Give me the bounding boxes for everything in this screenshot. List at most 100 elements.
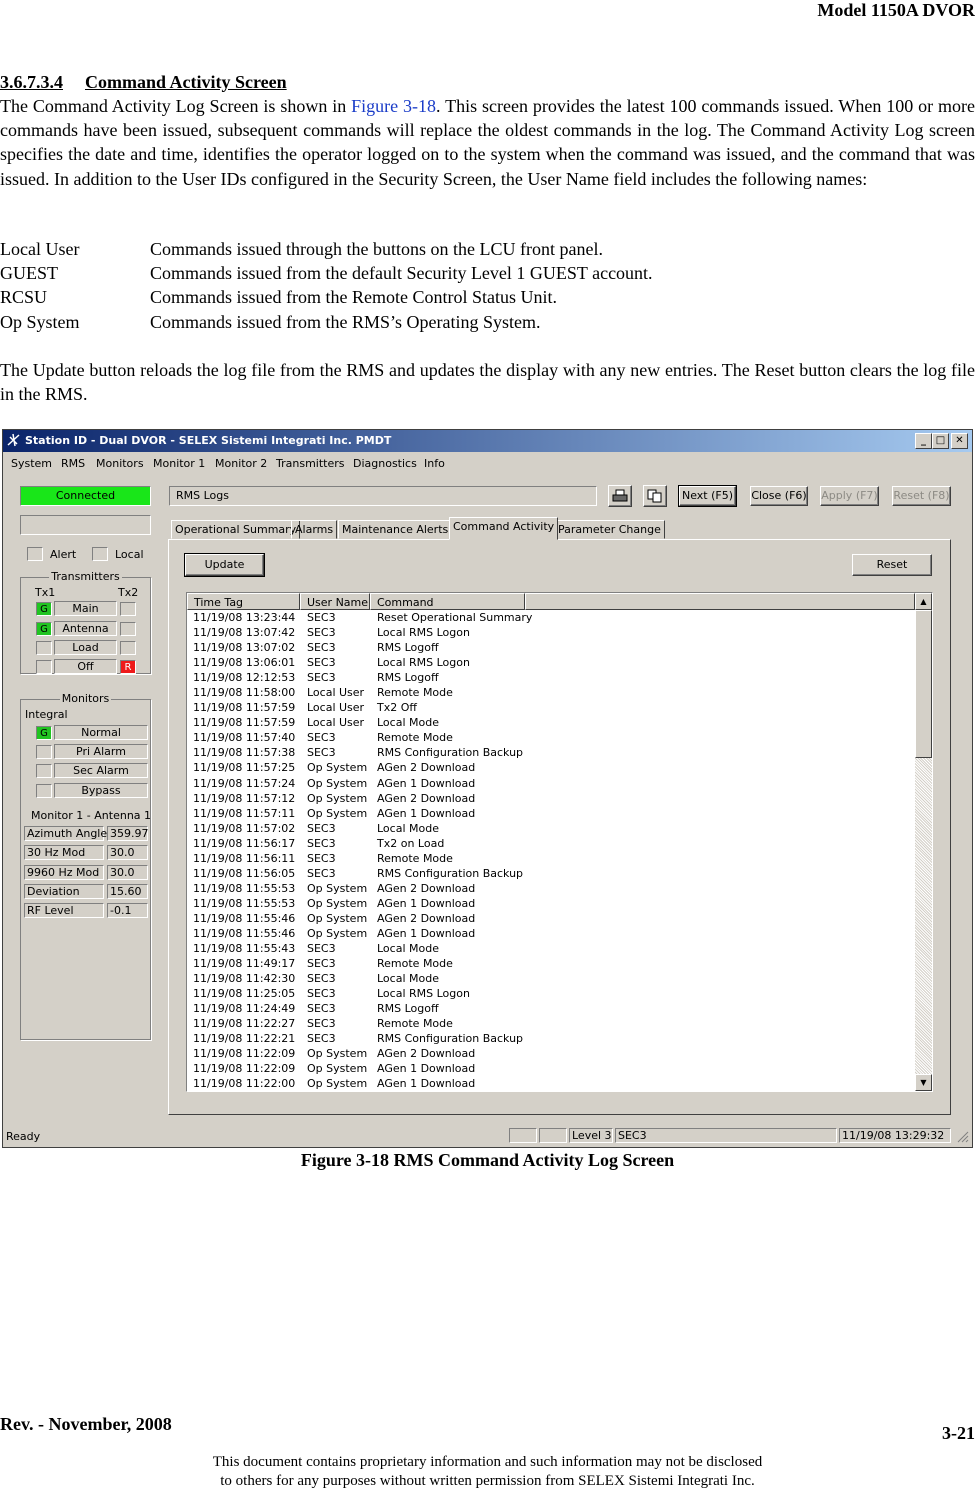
tab-alarms[interactable]: Alarms	[291, 520, 338, 539]
table-row[interactable]: 11/19/08 11:22:21 SEC3 RMS Configuration B…	[187, 1031, 915, 1046]
copy-button[interactable]	[643, 485, 667, 507]
table-row[interactable]: 11/19/08 11:57:59 Local User Tx2 Off	[187, 700, 915, 715]
row-user-name: Op System	[307, 791, 368, 805]
row-command: Local RMS Logon	[377, 656, 470, 670]
column-header-user-name[interactable]: User Name	[300, 593, 370, 610]
figure-link[interactable]: Figure 3-18	[351, 96, 436, 116]
table-row[interactable]: 11/19/08 13:07:02 SEC3 RMS Logoff	[187, 640, 915, 655]
menu-info[interactable]: Info	[424, 457, 445, 470]
row-user-name: SEC3	[307, 641, 336, 655]
resize-grip-icon[interactable]	[957, 1131, 969, 1143]
scroll-thumb[interactable]	[915, 610, 932, 758]
row-user-name: SEC3	[307, 836, 336, 850]
row-user-name: SEC3	[307, 1032, 336, 1046]
table-row[interactable]: 11/19/08 11:55:43 SEC3 Local Mode	[187, 941, 915, 956]
table-row[interactable]: 11/19/08 11:56:17 SEC3 Tx2 on Load	[187, 836, 915, 851]
table-row[interactable]: 11/19/08 11:22:27 SEC3 Remote Mode	[187, 1016, 915, 1031]
print-icon	[612, 489, 628, 502]
alert-label: Alert	[50, 548, 77, 561]
proprietary-footer: This document contains proprietary infor…	[0, 1453, 975, 1491]
table-row[interactable]: 11/19/08 11:57:59 Local User Local Mode	[187, 715, 915, 730]
off-label: Off	[54, 659, 117, 674]
table-row[interactable]: 11/19/08 11:57:11 Op System AGen 1 Downloa…	[187, 806, 915, 821]
tab-parameter-change[interactable]: Parameter Change	[554, 520, 665, 539]
menu-diagnostics[interactable]: Diagnostics	[353, 457, 417, 470]
command-log-list[interactable]: Time Tag User Name Command 11/19/08 13:2…	[186, 592, 933, 1092]
row-time-tag: 11/19/08 11:22:27	[193, 1017, 296, 1031]
next-button[interactable]: Next (F5)	[678, 485, 737, 507]
reset-f8-button[interactable]: Reset (F8)	[892, 486, 951, 506]
minimize-button[interactable]: _	[915, 433, 932, 449]
print-button[interactable]	[608, 485, 632, 507]
menu-monitor-2[interactable]: Monitor 2	[215, 457, 267, 470]
close-button[interactable]: Close (F6)	[750, 486, 808, 506]
table-row[interactable]: 11/19/08 11:22:09 Op System AGen 2 Downloa…	[187, 1046, 915, 1061]
close-window-button[interactable]: ✕	[951, 433, 968, 449]
row-user-name: SEC3	[307, 821, 336, 835]
row-time-tag: 11/19/08 11:24:49	[193, 1002, 296, 1016]
table-row[interactable]: 11/19/08 11:56:11 SEC3 Remote Mode	[187, 851, 915, 866]
table-row[interactable]: 11/19/08 11:55:53 Op System AGen 1 Downloa…	[187, 896, 915, 911]
table-row[interactable]: 11/19/08 11:25:05 SEC3 Local RMS Logon	[187, 986, 915, 1001]
apply-button[interactable]: Apply (F7)	[820, 486, 879, 506]
azimuth-label: Azimuth Angle	[24, 826, 107, 841]
table-row[interactable]: 11/19/08 11:42:30 SEC3 Local Mode	[187, 971, 915, 986]
row-command: Tx2 Off	[377, 701, 417, 715]
menu-monitors[interactable]: Monitors	[96, 457, 144, 470]
tab-operational-summary[interactable]: Operational Summary	[171, 520, 301, 539]
row-command: AGen 1 Download	[377, 806, 476, 820]
row-command: AGen 1 Download	[377, 1062, 476, 1076]
table-row[interactable]: 11/19/08 13:07:42 SEC3 Local RMS Logon	[187, 625, 915, 640]
vertical-scrollbar[interactable]: ▲ ▼	[915, 593, 932, 1091]
table-row[interactable]: 11/19/08 11:57:12 Op System AGen 2 Downloa…	[187, 791, 915, 806]
transmitters-label: Transmitters	[49, 570, 122, 583]
table-row[interactable]: 11/19/08 11:49:17 SEC3 Remote Mode	[187, 956, 915, 971]
table-row[interactable]: 11/19/08 11:57:24 Op System AGen 1 Downloa…	[187, 776, 915, 791]
status-datetime: 11/19/08 13:29:32	[839, 1128, 951, 1143]
table-row[interactable]: 11/19/08 11:58:00 Local User Remote Mode	[187, 685, 915, 700]
row-user-name: SEC3	[307, 746, 336, 760]
table-row[interactable]: 11/19/08 11:24:49 SEC3 RMS Logoff	[187, 1001, 915, 1016]
row-command: Remote Mode	[377, 686, 453, 700]
table-row[interactable]: 11/19/08 12:12:53 SEC3 RMS Logoff	[187, 670, 915, 685]
table-row[interactable]: 11/19/08 13:23:44 SEC3 Reset Operational S…	[187, 610, 915, 625]
row-command: Remote Mode	[377, 1017, 453, 1031]
table-row[interactable]: 11/19/08 11:56:05 SEC3 RMS Configuration B…	[187, 866, 915, 881]
window-title: Station ID - Dual DVOR - SELEX Sistemi I…	[25, 434, 392, 447]
deviation-value: 15.60	[107, 884, 148, 899]
table-row[interactable]: 11/19/08 13:06:01 SEC3 Local RMS Logon	[187, 655, 915, 670]
menu-transmitters[interactable]: Transmitters	[276, 457, 345, 470]
table-row[interactable]: 11/19/08 11:22:09 Op System AGen 1 Downloa…	[187, 1061, 915, 1076]
reset-button[interactable]: Reset	[852, 554, 932, 576]
menu-monitor-1[interactable]: Monitor 1	[153, 457, 205, 470]
9960hz-mod-value: 30.0	[107, 865, 148, 880]
monitors-label: Monitors	[59, 692, 112, 705]
menu-rms[interactable]: RMS	[61, 457, 85, 470]
tab-command-activity[interactable]: Command Activity	[449, 517, 559, 540]
column-header-time-tag[interactable]: Time Tag	[187, 593, 300, 610]
row-user-name: SEC3	[307, 656, 336, 670]
table-row[interactable]: 11/19/08 11:55:53 Op System AGen 2 Downloa…	[187, 881, 915, 896]
table-row[interactable]: 11/19/08 11:55:46 Op System AGen 1 Downloa…	[187, 926, 915, 941]
update-button[interactable]: Update	[184, 553, 265, 577]
table-row[interactable]: 11/19/08 11:22:00 Op System AGen 1 Downloa…	[187, 1076, 915, 1091]
table-row[interactable]: 11/19/08 11:57:38 SEC3 RMS Configuration B…	[187, 745, 915, 760]
table-row[interactable]: 11/19/08 11:57:25 Op System AGen 2 Downloa…	[187, 760, 915, 775]
row-time-tag: 11/19/08 11:49:17	[193, 957, 296, 971]
row-user-name: Op System	[307, 761, 368, 775]
table-row[interactable]: 11/19/08 11:57:40 SEC3 Remote Mode	[187, 730, 915, 745]
column-header-command[interactable]: Command	[370, 593, 525, 610]
row-user-name: Local User	[307, 701, 365, 715]
scroll-down-button[interactable]: ▼	[915, 1074, 932, 1091]
normal-indicator: G	[36, 726, 52, 740]
table-row[interactable]: 11/19/08 11:55:46 Op System AGen 2 Downloa…	[187, 911, 915, 926]
scroll-up-button[interactable]: ▲	[915, 593, 932, 610]
menu-system[interactable]: System	[11, 457, 52, 470]
maximize-button[interactable]: □	[932, 433, 949, 449]
tab-maintenance-alerts[interactable]: Maintenance Alerts	[338, 520, 453, 539]
section-title: Command Activity Screen	[85, 72, 287, 92]
row-time-tag: 11/19/08 11:22:00	[193, 1077, 296, 1091]
menu-bar: System RMS Monitors Monitor 1 Monitor 2 …	[3, 453, 972, 473]
row-time-tag: 11/19/08 11:56:11	[193, 851, 296, 865]
table-row[interactable]: 11/19/08 11:57:02 SEC3 Local Mode	[187, 821, 915, 836]
